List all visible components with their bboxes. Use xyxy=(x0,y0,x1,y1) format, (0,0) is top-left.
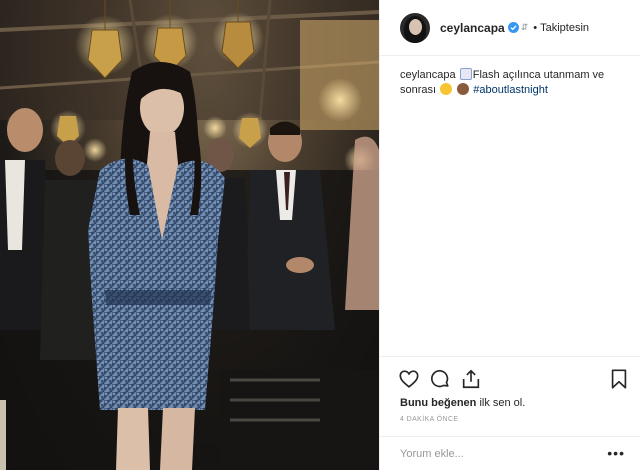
caption-username-link[interactable]: ceylancapa xyxy=(400,69,456,81)
heart-icon[interactable] xyxy=(398,368,420,390)
likes-text: Bunu beğenen ilk sen ol. xyxy=(400,397,525,409)
comment-bubble-icon[interactable] xyxy=(429,368,451,390)
likes-bold-text[interactable]: Bunu beğenen xyxy=(400,397,476,409)
more-options-icon[interactable]: ••• xyxy=(607,445,625,461)
post-side-panel: ceylancapa ⇵ • Takiptesin ceylancapa Fla… xyxy=(379,0,640,470)
smiling-face-emoji-icon xyxy=(440,83,453,95)
post-caption: ceylancapa Flash açılınca utanmam ve son… xyxy=(400,68,625,98)
hashtag-link[interactable]: #aboutlastnight xyxy=(473,84,548,96)
share-icon[interactable] xyxy=(460,368,482,390)
separator-dot: • xyxy=(533,21,538,34)
post-header: ceylancapa ⇵ • Takiptesin xyxy=(380,0,640,56)
username-link[interactable]: ceylancapa xyxy=(440,21,505,35)
post-media[interactable] xyxy=(0,0,379,470)
see-no-evil-monkey-emoji-icon xyxy=(457,83,470,95)
post-photo xyxy=(0,0,379,470)
bookmark-icon[interactable] xyxy=(608,368,630,390)
following-status-button[interactable]: Takiptesin xyxy=(540,22,589,34)
comment-input[interactable] xyxy=(400,447,590,460)
chevron-icon[interactable]: ⇵ xyxy=(521,22,529,33)
likes-rest-text: ilk sen ol. xyxy=(476,397,526,409)
unicorn-emoji-icon xyxy=(459,68,472,80)
comment-bar: ••• xyxy=(380,436,640,470)
avatar[interactable] xyxy=(400,12,430,43)
post-timestamp[interactable]: 4 DAKİKA ÖNCE xyxy=(400,416,459,423)
action-bar xyxy=(380,356,640,396)
verified-badge-icon xyxy=(507,22,519,33)
